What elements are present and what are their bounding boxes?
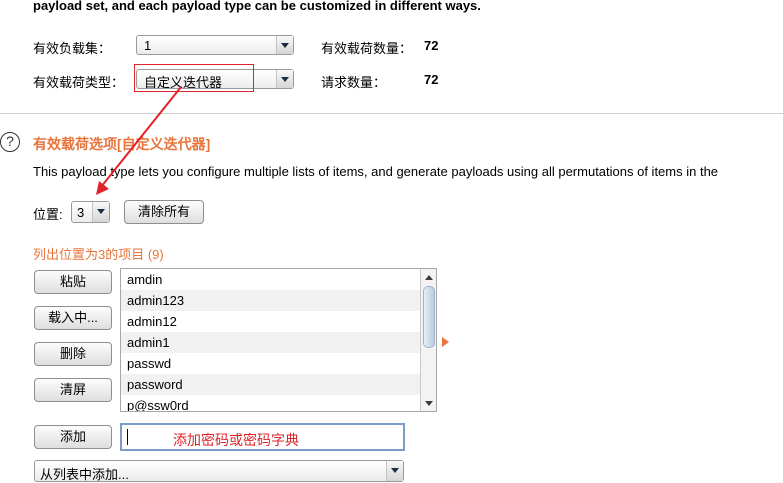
list-item[interactable]: amdin	[121, 269, 436, 290]
list-heading: 列出位置为3的项目 (9)	[33, 247, 164, 262]
add-item-input[interactable]: 添加密码或密码字典	[120, 423, 405, 451]
payload-count-label: 有效载荷数量：	[321, 41, 413, 56]
add-input-annotation: 添加密码或密码字典	[173, 432, 299, 448]
payload-set-value: 1	[144, 38, 152, 53]
list-item[interactable]: p@ssw0rd	[121, 395, 436, 411]
list-item[interactable]: admin123	[121, 290, 436, 311]
list-item[interactable]: password	[121, 374, 436, 395]
position-label: 位置:	[33, 207, 63, 222]
text-cursor	[127, 429, 128, 445]
list-item[interactable]: passwd	[121, 353, 436, 374]
help-icon[interactable]: ?	[0, 132, 20, 152]
expand-arrow-icon[interactable]	[442, 337, 449, 347]
add-button[interactable]: 添加	[34, 425, 112, 449]
clear-button[interactable]: 清屏	[34, 378, 112, 402]
load-button[interactable]: 载入中...	[34, 306, 112, 330]
list-item[interactable]: admin12	[121, 311, 436, 332]
annotation-arrow	[96, 86, 182, 195]
payload-set-label: 有效负载集：	[33, 41, 112, 56]
add-from-list-select[interactable]: 从列表中添加...	[34, 460, 404, 482]
list-item[interactable]: admin1	[121, 332, 436, 353]
paste-button[interactable]: 粘贴	[34, 270, 112, 294]
request-count-value: 72	[424, 72, 439, 87]
chevron-down-icon	[92, 202, 109, 222]
payload-list[interactable]: amdin admin123 admin12 admin1 passwd pas…	[120, 268, 437, 412]
list-scrollbar[interactable]	[420, 269, 436, 411]
chevron-down-icon	[276, 36, 293, 54]
scroll-down-icon[interactable]	[425, 401, 433, 406]
chevron-down-icon	[386, 461, 403, 481]
payload-set-select[interactable]: 1	[136, 35, 294, 55]
intro-text: payload set, and each payload type can b…	[33, 0, 481, 13]
request-count-label: 请求数量：	[321, 75, 387, 90]
remove-button[interactable]: 删除	[34, 342, 112, 366]
add-from-list-value: 从列表中添加...	[40, 467, 129, 482]
position-value: 3	[77, 205, 85, 220]
scroll-thumb[interactable]	[423, 286, 435, 348]
scroll-up-icon[interactable]	[425, 275, 433, 280]
payload-count-value: 72	[424, 38, 439, 53]
chevron-down-icon	[276, 70, 293, 88]
